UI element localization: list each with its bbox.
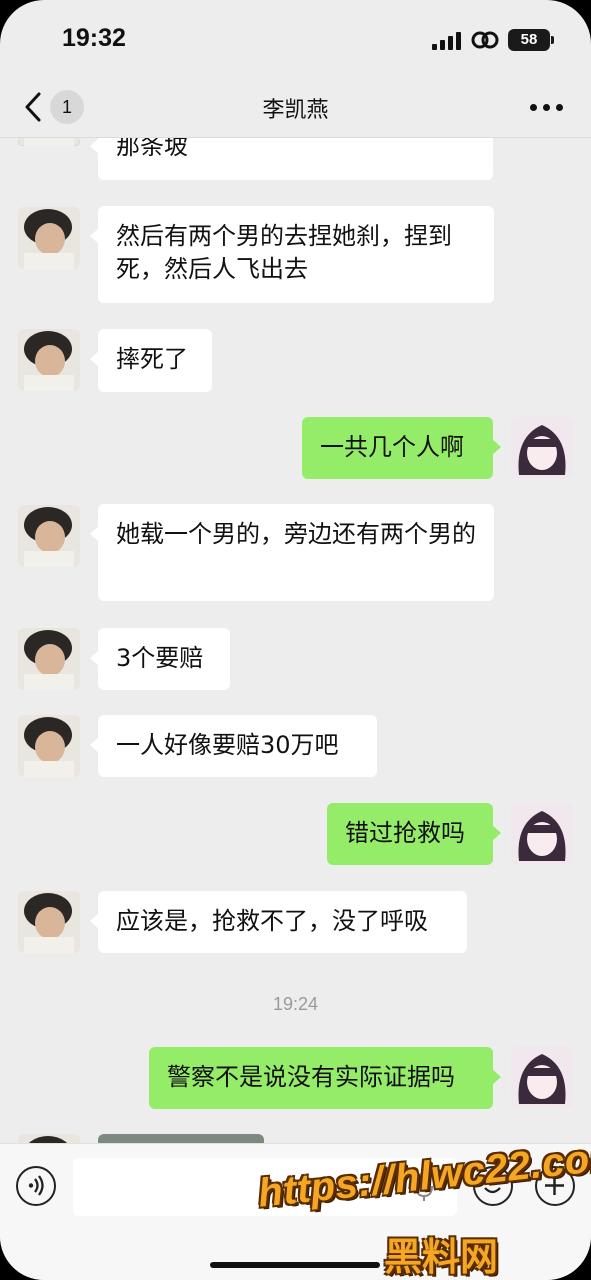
chat-title: 李凯燕 [262, 98, 329, 123]
status-bar: 19:32 58 [0, 0, 591, 78]
message-list[interactable]: 那条坡 然后有两个男的去捏她刹，捏到死，然后人飞出去 摔死了 一共几个人啊 她载… [0, 138, 591, 1143]
signal-icon [432, 32, 462, 50]
status-time: 19:32 [62, 24, 126, 52]
contact-avatar[interactable] [18, 891, 80, 953]
home-indicator[interactable] [210, 1262, 380, 1268]
contact-avatar[interactable] [18, 715, 80, 777]
my-avatar[interactable] [511, 1046, 573, 1108]
chat-header: 1 李凯燕 [0, 78, 591, 138]
my-avatar[interactable] [511, 803, 573, 865]
contact-avatar[interactable] [18, 329, 80, 391]
outgoing-message-bubble[interactable]: 错过抢救吗 [327, 803, 501, 865]
watermark-site-name: 黑料网 [384, 1235, 499, 1279]
image-message-thumbnail[interactable] [98, 1134, 264, 1143]
incoming-message-bubble[interactable]: 然后有两个男的去捏她刹，捏到死，然后人飞出去 [90, 206, 494, 303]
outgoing-message-bubble[interactable]: 警察不是说没有实际证据吗 [149, 1047, 501, 1109]
contact-avatar[interactable] [18, 1134, 80, 1143]
contact-avatar[interactable] [18, 628, 80, 690]
more-dots-icon[interactable] [530, 104, 564, 112]
contact-avatar[interactable] [18, 207, 80, 269]
incoming-message-bubble[interactable]: 摔死了 [90, 329, 212, 392]
battery-cap [551, 36, 554, 44]
link-icon [471, 31, 499, 49]
incoming-message-bubble[interactable]: 那条坡 [90, 138, 493, 180]
incoming-message-bubble[interactable]: 一人好像要赔30万吧 [90, 715, 377, 777]
battery-indicator: 58 [508, 29, 550, 51]
incoming-message-bubble[interactable]: 她载一个男的，旁边还有两个男的 [90, 504, 494, 601]
contact-avatar[interactable] [18, 138, 80, 146]
contact-avatar[interactable] [18, 505, 80, 567]
outgoing-message-bubble[interactable]: 一共几个人啊 [302, 417, 501, 479]
chat-screen: 19:32 58 1 李凯燕 那条坡 然后有两个男的去捏她刹，捏到死，然后人飞出… [0, 0, 591, 1280]
message-timestamp: 19:24 [272, 994, 319, 1014]
voice-icon[interactable] [16, 1166, 56, 1206]
incoming-message-bubble[interactable]: 应该是，抢救不了，没了呼吸 [90, 891, 467, 953]
incoming-message-bubble[interactable]: 3个要赔 [90, 628, 230, 690]
my-avatar[interactable] [511, 417, 573, 479]
